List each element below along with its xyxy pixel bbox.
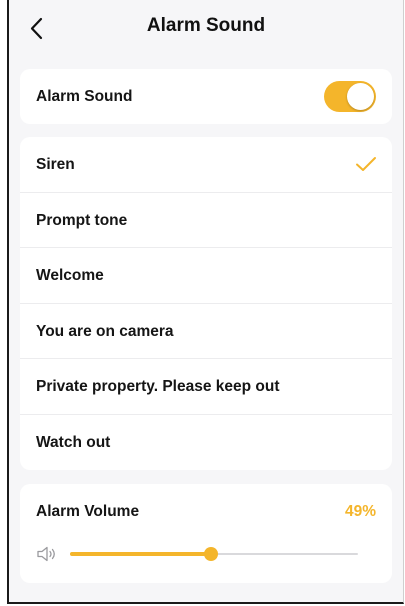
sound-item-welcome[interactable]: Welcome <box>20 248 392 304</box>
alarm-sound-toggle[interactable] <box>324 81 376 112</box>
alarm-sound-toggle-card: Alarm Sound <box>20 69 392 124</box>
sound-item-siren[interactable]: Siren <box>20 137 392 193</box>
navigation-bar: Alarm Sound <box>9 0 403 58</box>
alarm-volume-card: Alarm Volume 49% <box>20 484 392 583</box>
sound-item-private-property[interactable]: Private property. Please keep out <box>20 359 392 415</box>
alarm-volume-label: Alarm Volume <box>36 503 140 520</box>
alarm-sound-label: Alarm Sound <box>36 88 133 105</box>
sound-item-you-are-on-camera[interactable]: You are on camera <box>20 304 392 359</box>
page-title: Alarm Sound <box>146 15 266 36</box>
sound-list: Siren Prompt tone Welcome You are on cam… <box>20 137 392 470</box>
speaker-icon <box>37 546 55 562</box>
volume-slider[interactable] <box>70 546 358 562</box>
slider-thumb[interactable] <box>204 547 219 561</box>
sound-item-label: Welcome <box>36 267 104 284</box>
sound-item-label: You are on camera <box>36 322 174 340</box>
sound-item-prompt-tone[interactable]: Prompt tone <box>20 193 392 248</box>
volume-percentage: 49% <box>344 503 376 520</box>
sound-item-label: Prompt tone <box>36 211 128 229</box>
sound-item-label: Siren <box>36 156 75 173</box>
sound-item-watch-out[interactable]: Watch out <box>20 415 392 471</box>
checkmark-icon <box>356 157 376 171</box>
sound-item-label: Watch out <box>36 433 111 451</box>
sound-item-label: Private property. Please keep out <box>36 378 280 395</box>
toggle-knob <box>347 83 374 110</box>
slider-fill <box>70 552 212 556</box>
